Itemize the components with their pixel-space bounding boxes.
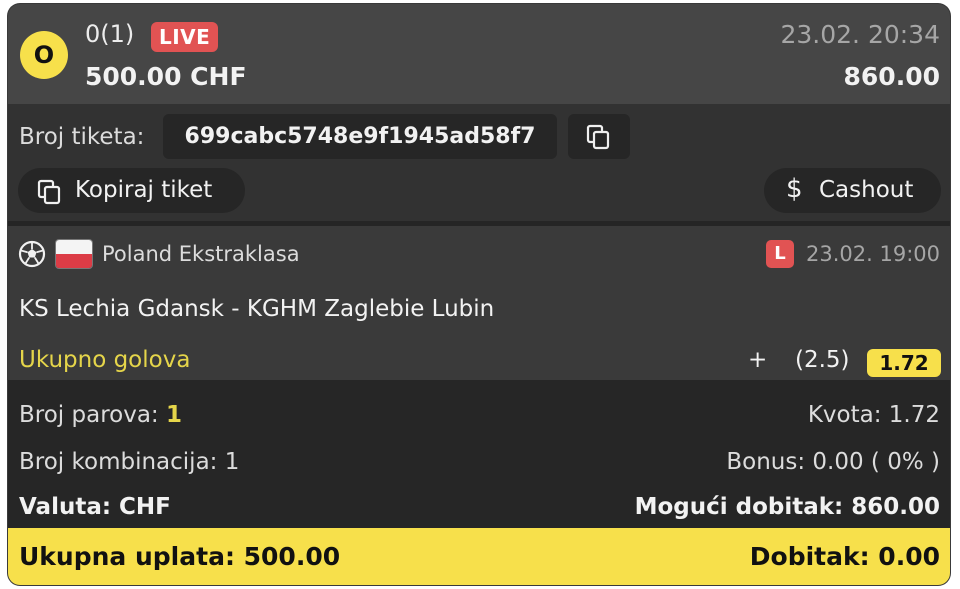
- selection-count: 0(1): [85, 20, 135, 48]
- stake-amount: 500.00 CHF: [85, 62, 247, 91]
- pairs-label: Broj parova:: [19, 402, 159, 428]
- dollar-icon: $: [786, 174, 803, 204]
- match-date: 23.02. 19:00: [806, 242, 940, 266]
- pairs-value: 1: [166, 402, 183, 428]
- poland-flag-icon: [56, 240, 92, 268]
- ticket-summary: Broj parova: 1 Kvota: 1.72 Broj kombinac…: [8, 380, 950, 528]
- copy-ticket-id-button[interactable]: [568, 114, 630, 159]
- soccer-ball-icon: [18, 240, 46, 268]
- copy-ticket-label: Kopiraj tiket: [75, 177, 213, 203]
- cashout-button[interactable]: $ Cashout: [764, 168, 941, 213]
- ticket-date-time: 23.02. 20:34: [780, 20, 940, 49]
- total-stake: Ukupna uplata: 500.00: [19, 542, 341, 571]
- ticket-id-label: Broj tiketa:: [19, 124, 145, 150]
- possible-win-value: Mogući dobitak: 860.00: [634, 494, 940, 520]
- copy-icon: [37, 179, 61, 205]
- cashout-label: Cashout: [819, 177, 914, 203]
- ticket-header[interactable]: O 0(1) LIVE 500.00 CHF 23.02. 20:34 860.…: [8, 4, 950, 104]
- pairs-row: Broj parova: 1: [19, 402, 182, 428]
- bonus-value: Bonus: 0.00 ( 0% ): [726, 449, 940, 475]
- live-badge: LIVE: [151, 22, 219, 52]
- currency-value: Valuta: CHF: [19, 494, 171, 520]
- ticket-footer: Ukupna uplata: 500.00 Dobitak: 0.00: [8, 528, 950, 585]
- live-indicator-badge: L: [766, 240, 794, 268]
- match-teams: KS Lechia Gdansk - KGHM Zaglebie Lubin: [19, 296, 495, 322]
- copy-icon: [586, 124, 610, 150]
- pick-sign: +: [748, 347, 768, 373]
- market-name: Ukupno golova: [19, 347, 191, 373]
- ticket-info-section: Broj tiketa: 699cabc5748e9f1945ad58f7 Ko…: [8, 104, 950, 221]
- ticket-status-icon: O: [20, 31, 68, 79]
- combinations-count: Broj kombinacija: 1: [19, 449, 240, 475]
- match-section: Poland Ekstraklasa L 23.02. 19:00 KS Lec…: [8, 226, 950, 380]
- potential-win: 860.00: [843, 62, 940, 91]
- ticket-card: O 0(1) LIVE 500.00 CHF 23.02. 20:34 860.…: [8, 4, 950, 585]
- win-amount: Dobitak: 0.00: [749, 542, 940, 571]
- ticket-id-value[interactable]: 699cabc5748e9f1945ad58f7: [163, 114, 557, 159]
- league-name: Poland Ekstraklasa: [102, 242, 300, 266]
- pick-line: (2.5): [795, 347, 850, 373]
- odd-badge: 1.72: [867, 349, 941, 377]
- odds-total: Kvota: 1.72: [807, 402, 940, 428]
- copy-ticket-button[interactable]: Kopiraj tiket: [18, 168, 245, 213]
